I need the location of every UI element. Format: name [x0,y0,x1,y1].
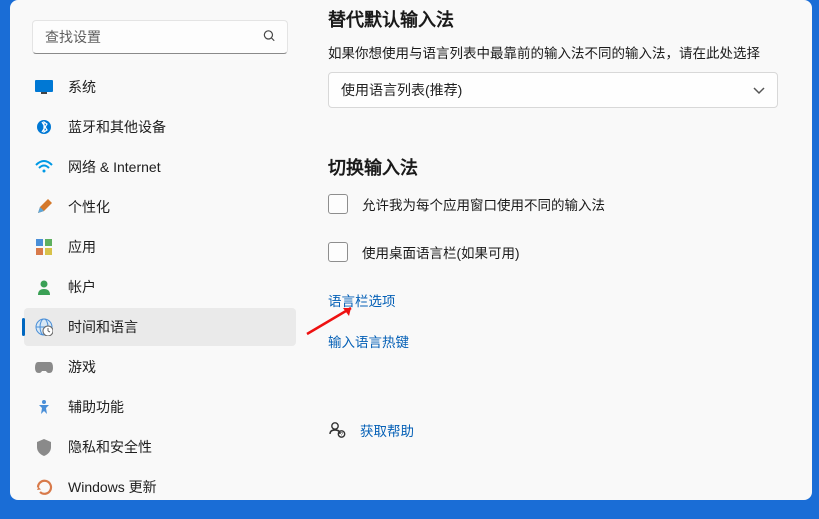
check-row-desktop-langbar: 使用桌面语言栏(如果可用) [328,242,794,262]
sidebar-item-time-language[interactable]: 时间和语言 [24,308,296,346]
account-icon [34,277,54,297]
section-switch-ime: 切换输入法 允许我为每个应用窗口使用不同的输入法 使用桌面语言栏(如果可用) 语… [328,154,794,440]
sidebar-item-label: 时间和语言 [68,317,138,337]
section-default-ime: 替代默认输入法 如果你想使用与语言列表中最靠前的输入法不同的输入法，请在此处选择… [328,6,794,108]
privacy-icon [34,437,54,457]
sidebar-item-personalization[interactable]: 个性化 [24,188,296,226]
default-ime-select[interactable]: 使用语言列表(推荐) [328,72,778,108]
check-label: 允许我为每个应用窗口使用不同的输入法 [362,194,605,214]
sidebar: 系统 蓝牙和其他设备 网络 & Internet 个性化 [10,0,310,500]
checkbox-desktop-langbar[interactable] [328,242,348,262]
chevron-down-icon [753,82,765,98]
sidebar-item-gaming[interactable]: 游戏 [24,348,296,386]
link-row: 输入语言热键 [328,331,794,352]
sidebar-item-label: 蓝牙和其他设备 [68,117,166,137]
personalize-icon [34,197,54,217]
select-value: 使用语言列表(推荐) [341,80,462,100]
sidebar-item-label: Windows 更新 [68,477,157,497]
sidebar-item-label: 帐户 [68,277,96,297]
link-input-hotkeys[interactable]: 输入语言热键 [328,335,409,350]
sidebar-item-label: 辅助功能 [68,397,124,417]
sidebar-item-privacy[interactable]: 隐私和安全性 [24,428,296,466]
wifi-icon [34,157,54,177]
section-desc: 如果你想使用与语言列表中最靠前的输入法不同的输入法，请在此处选择 [328,42,794,62]
sidebar-item-label: 系统 [68,77,96,97]
main-content: 替代默认输入法 如果你想使用与语言列表中最靠前的输入法不同的输入法，请在此处选择… [310,0,812,500]
help-row: ? 获取帮助 [328,420,794,440]
sidebar-item-accounts[interactable]: 帐户 [24,268,296,306]
sidebar-nav: 系统 蓝牙和其他设备 网络 & Internet 个性化 [18,68,302,500]
sidebar-item-label: 应用 [68,237,96,257]
time-language-icon [34,317,54,337]
sidebar-item-label: 个性化 [68,197,110,217]
search-wrap [32,20,288,54]
link-langbar-options[interactable]: 语言栏选项 [328,294,396,309]
check-row-per-window: 允许我为每个应用窗口使用不同的输入法 [328,194,794,214]
help-icon: ? [328,421,346,439]
bluetooth-icon [34,117,54,137]
sidebar-item-bluetooth[interactable]: 蓝牙和其他设备 [24,108,296,146]
svg-text:?: ? [340,432,343,438]
gaming-icon [34,357,54,377]
sidebar-item-network[interactable]: 网络 & Internet [24,148,296,186]
checkbox-per-window[interactable] [328,194,348,214]
accessibility-icon [34,397,54,417]
sidebar-item-label: 网络 & Internet [68,157,161,177]
sidebar-item-accessibility[interactable]: 辅助功能 [24,388,296,426]
section-title: 替代默认输入法 [328,6,794,32]
sidebar-item-label: 隐私和安全性 [68,437,152,457]
search-input[interactable] [32,20,288,54]
sidebar-item-update[interactable]: Windows 更新 [24,468,296,500]
link-get-help[interactable]: 获取帮助 [360,420,414,440]
apps-icon [34,237,54,257]
link-row: 语言栏选项 [328,290,794,311]
sidebar-item-system[interactable]: 系统 [24,68,296,106]
update-icon [34,477,54,497]
section-title: 切换输入法 [328,154,794,180]
settings-window: 系统 蓝牙和其他设备 网络 & Internet 个性化 [10,0,812,500]
sidebar-item-apps[interactable]: 应用 [24,228,296,266]
sidebar-item-label: 游戏 [68,357,96,377]
display-icon [34,77,54,97]
check-label: 使用桌面语言栏(如果可用) [362,242,520,262]
